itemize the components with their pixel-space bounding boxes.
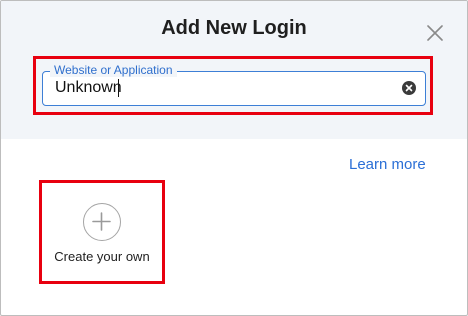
website-input[interactable] bbox=[55, 78, 385, 98]
clear-circle-icon bbox=[402, 81, 416, 95]
plus-circle-icon bbox=[83, 203, 121, 241]
create-your-own-label: Create your own bbox=[54, 249, 150, 264]
website-field-label: Website or Application bbox=[50, 63, 177, 77]
learn-more-link[interactable]: Learn more bbox=[349, 156, 426, 173]
dialog-title: Add New Login bbox=[161, 17, 307, 39]
add-login-dialog: Add New Login Website or Application Lea… bbox=[0, 0, 468, 316]
clear-button[interactable] bbox=[402, 81, 416, 95]
close-icon bbox=[427, 25, 443, 41]
text-caret bbox=[118, 79, 119, 97]
close-button[interactable] bbox=[427, 25, 443, 41]
